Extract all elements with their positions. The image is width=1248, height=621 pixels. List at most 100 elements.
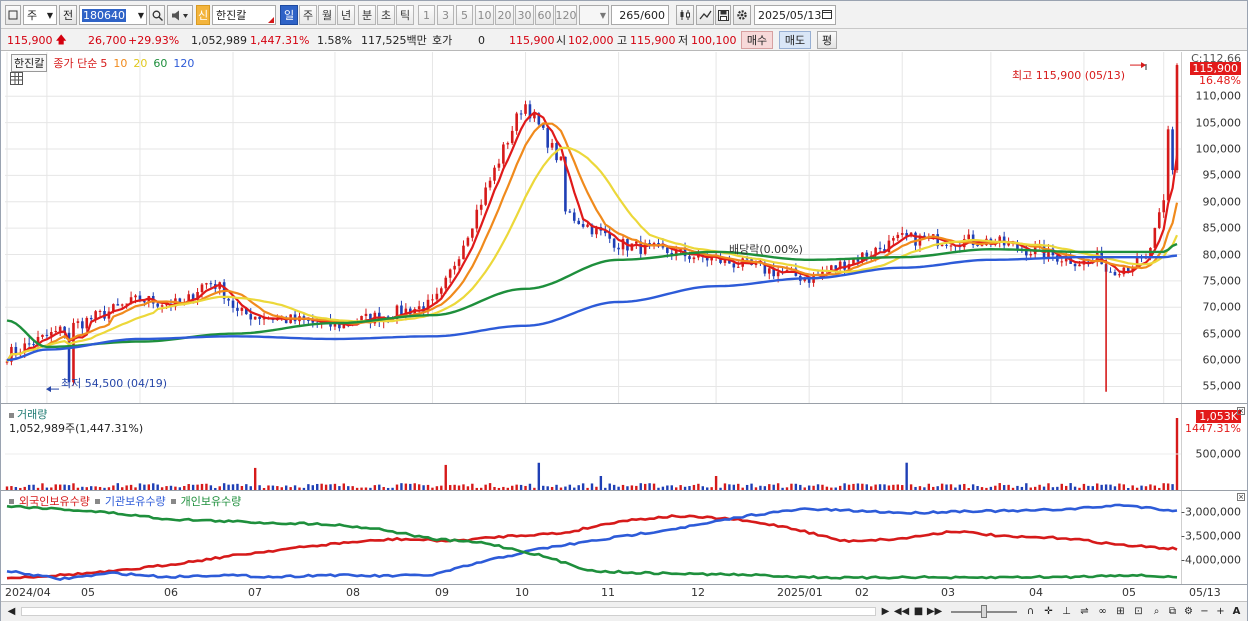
candle-body — [488, 180, 492, 188]
period-day[interactable]: 일 — [280, 5, 298, 25]
interval-3[interactable]: 3 — [437, 5, 454, 25]
volume-bar — [444, 464, 447, 490]
magnifier-icon[interactable]: ⌕ — [1149, 604, 1164, 619]
settings-icon[interactable]: ⚙ — [1181, 604, 1196, 619]
sell-button[interactable]: 매도 — [779, 31, 811, 49]
period-month[interactable]: 월 — [318, 5, 336, 25]
pin-icon[interactable]: ⊥ — [1059, 604, 1074, 619]
ask-price: 115,900 — [509, 33, 555, 47]
drawing-tool-icon[interactable] — [696, 5, 714, 25]
code-input[interactable]: 180640 ▼ — [79, 5, 147, 25]
close-icon[interactable]: × — [1237, 407, 1245, 415]
x-tick: 06 — [164, 586, 178, 599]
candle-body — [1073, 263, 1077, 267]
image-icon[interactable]: ⧉ — [1165, 604, 1180, 619]
volume: 1,052,989 — [191, 33, 247, 47]
magnet-icon[interactable]: ∩ — [1023, 604, 1038, 619]
stock-tag[interactable]: 한진칼 — [11, 54, 48, 72]
candle-type-icon[interactable] — [676, 5, 694, 25]
zoom-box-icon[interactable]: ⊡ — [1131, 604, 1146, 619]
zoom-in-icon[interactable]: + — [1213, 604, 1228, 619]
table-toggle-icon[interactable] — [10, 72, 23, 85]
interval-30[interactable]: 30 — [515, 5, 534, 25]
period-minute[interactable]: 분 — [358, 5, 376, 25]
date-input[interactable]: 2025/05/13 — [754, 5, 836, 25]
candle-body — [440, 288, 443, 294]
square-bullet-icon — [94, 498, 100, 504]
period-tick[interactable]: 틱 — [396, 5, 414, 25]
interval-10[interactable]: 10 — [475, 5, 494, 25]
high-price: 115,900 — [630, 33, 676, 47]
scroll-right-icon[interactable]: ▶ — [878, 604, 893, 619]
interval-1[interactable]: 1 — [418, 5, 435, 25]
candle-body — [652, 242, 656, 245]
price-plot-area[interactable] — [5, 52, 1181, 403]
candle — [617, 243, 620, 255]
volume-bar — [222, 483, 226, 490]
save-icon[interactable] — [715, 5, 731, 25]
institution-holdings-label: 기관보유수량 — [104, 495, 166, 508]
interval-60[interactable]: 60 — [535, 5, 554, 25]
interval-20[interactable]: 20 — [495, 5, 514, 25]
candle-body — [568, 211, 572, 213]
volume-bar — [152, 483, 155, 490]
period-week[interactable]: 주 — [299, 5, 317, 25]
candle-body — [453, 265, 456, 270]
candle-body — [559, 156, 563, 161]
stop-icon[interactable]: ■ — [911, 604, 926, 619]
candle-body — [581, 224, 585, 227]
candle-body — [27, 343, 31, 345]
period-second[interactable]: 초 — [377, 5, 395, 25]
count-input[interactable]: 265/600 — [611, 5, 669, 25]
search-icon[interactable] — [149, 5, 165, 25]
buy-button[interactable]: 매수 — [741, 31, 773, 49]
stock-name-field[interactable]: 한진칼 — [212, 5, 276, 25]
crosshair-icon[interactable]: ✛ — [1041, 604, 1056, 619]
price-tick: 110,000 — [1195, 89, 1242, 103]
volume-bar — [776, 483, 780, 490]
candle-body — [767, 268, 771, 274]
prev-button[interactable]: 전 — [59, 5, 77, 25]
interval-input[interactable]: ▼ — [579, 5, 609, 25]
candle — [510, 126, 514, 145]
candle — [1157, 208, 1161, 230]
candle — [58, 325, 62, 336]
interval-120[interactable]: 120 — [555, 5, 577, 25]
candle — [240, 306, 244, 316]
speaker-icon[interactable] — [167, 5, 193, 25]
candle — [524, 100, 527, 116]
candle — [103, 305, 106, 321]
market-select[interactable]: 주 ▼ — [23, 5, 57, 25]
zoom-out-icon[interactable]: − — [1197, 604, 1212, 619]
chart-menu-icon[interactable] — [5, 5, 21, 25]
candle-body — [980, 245, 984, 247]
arrow-up-icon: 🡅 — [55, 32, 67, 46]
link-icon[interactable]: ∞ — [1095, 604, 1110, 619]
scroll-left-icon[interactable]: ◀ — [4, 604, 19, 619]
rewind-icon[interactable]: ◀◀ — [894, 604, 909, 619]
candle — [577, 217, 581, 225]
fast-forward-icon[interactable]: ▶▶ — [927, 604, 942, 619]
interval-5[interactable]: 5 — [456, 5, 473, 25]
current-price: 115,900 🡅 — [7, 31, 67, 49]
horizontal-scrollbar[interactable] — [21, 607, 876, 616]
eval-button[interactable]: 평 — [817, 31, 837, 49]
x-tick: 10 — [515, 586, 529, 599]
sync-icon[interactable]: ⇌ — [1077, 604, 1092, 619]
candle-body — [506, 143, 510, 145]
period-year[interactable]: 년 — [337, 5, 355, 25]
font-size-icon[interactable]: A — [1229, 604, 1244, 619]
close-icon[interactable]: × — [1237, 493, 1245, 501]
candle — [572, 208, 576, 224]
zoom-slider-thumb[interactable] — [981, 605, 987, 618]
volume-plot-area[interactable] — [5, 404, 1181, 490]
candle — [466, 236, 470, 247]
candle-body — [156, 303, 159, 307]
gear-icon[interactable] — [733, 5, 751, 25]
square-bullet-icon — [9, 498, 14, 504]
ruler-icon[interactable]: ⊞ — [1113, 604, 1128, 619]
candle-body — [89, 317, 93, 320]
calendar-icon[interactable] — [822, 9, 832, 22]
volume-bar — [714, 476, 718, 490]
candle-body — [160, 305, 164, 307]
